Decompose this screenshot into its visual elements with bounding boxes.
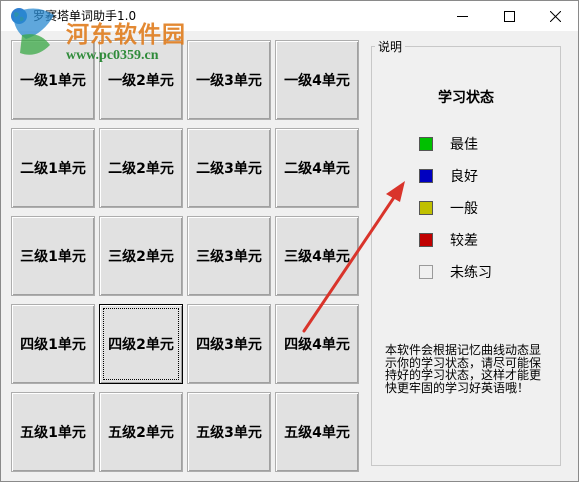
title-bar[interactable]: 罗赛塔单词助手1.0 [1, 1, 578, 31]
study-status-heading: 学习状态 [438, 90, 494, 106]
legend-label: 未练习 [450, 265, 492, 281]
unit-button[interactable]: 三级4单元 [275, 216, 359, 296]
unit-button[interactable]: 五级4单元 [275, 392, 359, 472]
unit-button[interactable]: 四级4单元 [275, 304, 359, 384]
unit-button[interactable]: 四级2单元 [99, 304, 183, 384]
unit-button[interactable]: 二级3单元 [187, 128, 271, 208]
app-window: 罗赛塔单词助手1.0 一级1单元 一级2单元 一级3单元 一级4单元二级1单元 二级2单… [0, 0, 579, 482]
unit-button[interactable]: 五级1单元 [11, 392, 95, 472]
globe-icon [11, 8, 27, 24]
legend-color-swatch [419, 201, 433, 215]
unit-button[interactable]: 二级4单元 [275, 128, 359, 208]
unit-button[interactable]: 三级3单元 [187, 216, 271, 296]
legend-label: 良好 [450, 169, 478, 185]
legend-color-swatch [419, 233, 433, 247]
unit-button[interactable]: 三级2单元 [99, 216, 183, 296]
legend-label: 一般 [450, 201, 478, 217]
legend-item: 一般 [419, 200, 478, 217]
unit-button[interactable]: 二级1单元 [11, 128, 95, 208]
legend-item: 良好 [419, 168, 478, 185]
unit-button[interactable]: 一级3单元 [187, 40, 271, 120]
maximize-button[interactable] [486, 1, 532, 31]
window-title: 罗赛塔单词助手1.0 [33, 9, 137, 23]
unit-button[interactable]: 四级3单元 [187, 304, 271, 384]
legend-color-swatch [419, 137, 433, 151]
unit-button[interactable]: 三级1单元 [11, 216, 95, 296]
legend-item: 最佳 [419, 136, 478, 153]
groupbox-title: 说明 [375, 38, 406, 55]
legend-color-swatch [419, 169, 433, 183]
unit-button[interactable]: 四级1单元 [11, 304, 95, 384]
minimize-button[interactable] [439, 1, 485, 31]
close-icon [549, 10, 561, 22]
description-text: 本软件会根据记忆曲线动态显示你的学习状态，请尽可能保持好的学习状态，这样才能更快… [385, 343, 542, 395]
focus-ring [103, 308, 179, 380]
legend-item: 未练习 [419, 264, 492, 281]
unit-button[interactable]: 五级3单元 [187, 392, 271, 472]
legend-item: 较差 [419, 232, 478, 249]
legend-label: 最佳 [450, 137, 478, 153]
maximize-icon [503, 10, 515, 22]
close-button[interactable] [532, 1, 578, 31]
unit-button[interactable]: 一级4单元 [275, 40, 359, 120]
unit-button[interactable]: 一级2单元 [99, 40, 183, 120]
minimize-icon [456, 15, 468, 17]
legend-color-swatch [419, 265, 433, 279]
legend-label: 较差 [450, 233, 478, 249]
unit-button[interactable]: 一级1单元 [11, 40, 95, 120]
unit-button[interactable]: 五级2单元 [99, 392, 183, 472]
explanation-groupbox [371, 46, 561, 466]
unit-button[interactable]: 二级2单元 [99, 128, 183, 208]
